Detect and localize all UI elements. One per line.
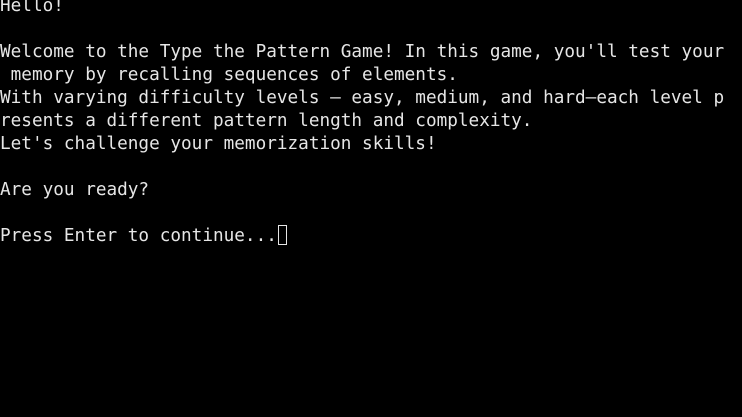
welcome-line-2: memory by recalling sequences of element… (0, 65, 458, 85)
welcome-line-1: Welcome to the Type the Pattern Game! In… (0, 42, 725, 62)
challenge-line: Let's challenge your memorization skills… (0, 134, 437, 154)
difficulty-line-2: resents a different pattern length and c… (0, 111, 533, 131)
continue-prompt: Press Enter to continue... (0, 226, 277, 246)
terminal-window[interactable]: Hello! Welcome to the Type the Pattern G… (0, 0, 742, 417)
ready-prompt: Are you ready? (0, 180, 150, 200)
greeting-line: Hello! (0, 0, 64, 16)
difficulty-line-1: With varying difficulty levels — easy, m… (0, 88, 725, 108)
text-cursor[interactable] (277, 225, 287, 245)
continue-prompt-line: Press Enter to continue... (0, 225, 287, 248)
